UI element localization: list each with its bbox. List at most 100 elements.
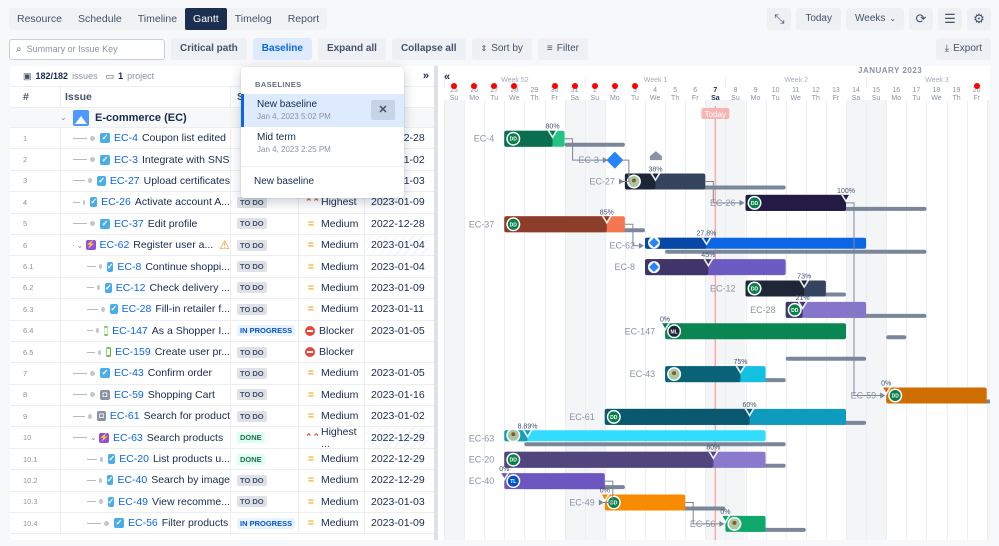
dependency-arrow bbox=[719, 520, 725, 527]
issue-summary: Check delivery ... bbox=[149, 281, 230, 294]
progress-label: 60% bbox=[743, 402, 757, 409]
status-badge: TO DO bbox=[237, 261, 267, 273]
dependency-arrow bbox=[639, 242, 644, 249]
dependency-arrow bbox=[602, 157, 608, 164]
table-row[interactable]: 10 ⌄ ⚡ EC-63 Search products DONE ⌃⌃ High… bbox=[10, 426, 437, 450]
table-row[interactable]: 6.4 ▮ EC-147 As a Shopper I... IN PROGRE… bbox=[10, 320, 437, 342]
tab-timeline[interactable]: Timeline bbox=[130, 8, 185, 30]
tree-connector bbox=[87, 501, 97, 503]
issue-summary: As a Shopper I... bbox=[151, 324, 230, 337]
issue-summary: Edit profile bbox=[147, 217, 198, 230]
issue-key-link[interactable]: EC-63 bbox=[113, 432, 143, 444]
avatar-initials: DD bbox=[892, 394, 900, 400]
tree-node-dot bbox=[90, 135, 95, 141]
status-cell: TO DO bbox=[230, 363, 298, 384]
issue-key-link[interactable]: EC-37 bbox=[114, 218, 144, 230]
new-baseline-button[interactable]: New baseline bbox=[241, 167, 404, 187]
collapse-all-button[interactable]: Collapse all bbox=[391, 38, 466, 60]
tree-connector bbox=[73, 415, 85, 417]
table-row[interactable]: 5 ✓ EC-37 Edit profile TO DO = Medium 202… bbox=[10, 213, 437, 235]
priority-medium-icon: = bbox=[307, 410, 315, 423]
gear-icon: ⚙ bbox=[973, 11, 985, 26]
scale-select[interactable]: Weeks ⌄ bbox=[846, 8, 904, 30]
collapse-panel-icon[interactable]: » bbox=[423, 70, 429, 82]
filter-button[interactable]: ≡ Filter bbox=[537, 38, 588, 60]
table-row[interactable]: 9 ◘ EC-61 Search for product TO DO = Medi… bbox=[10, 406, 437, 428]
table-row[interactable]: 6 ⌄ ⚡ EC-62 Register user a... ⚠ TO DO =… bbox=[10, 234, 437, 257]
issue-key-link[interactable]: EC-56 bbox=[128, 517, 158, 529]
issue-key-link[interactable]: EC-26 bbox=[101, 196, 131, 208]
task-bar-progress bbox=[504, 451, 714, 468]
table-row[interactable]: 10.3 ✓ EC-49 View recomme... TO DO = Medi… bbox=[10, 491, 437, 514]
baseline-item[interactable]: Mid term Jan 4, 2023 2:25 PM bbox=[241, 127, 404, 160]
baseline-button[interactable]: Baseline bbox=[252, 38, 312, 60]
priority-cell: = Medium bbox=[298, 363, 364, 384]
issue-key-link[interactable]: EC-20 bbox=[119, 453, 149, 465]
issue-key-link[interactable]: EC-8 bbox=[117, 261, 141, 273]
issue-key-link[interactable]: EC-40 bbox=[117, 474, 147, 486]
critical-path-button[interactable]: Critical path bbox=[171, 38, 247, 60]
issue-key-link[interactable]: EC-59 bbox=[114, 389, 144, 401]
tab-resource[interactable]: Resource bbox=[9, 8, 70, 30]
tab-gantt[interactable]: Gantt bbox=[185, 8, 227, 30]
display-settings-button[interactable]: ☰ bbox=[938, 8, 962, 30]
tab-schedule[interactable]: Schedule bbox=[70, 8, 130, 30]
task-bar[interactable] bbox=[504, 430, 766, 442]
task-bar[interactable] bbox=[665, 323, 846, 340]
table-row[interactable]: 8 ◘ EC-59 Shopping Cart TO DO = Medium 20… bbox=[10, 384, 437, 407]
table-row[interactable]: 10.4 ✓ EC-56 Filter products IN PROGRESS… bbox=[10, 513, 437, 535]
issue-key-link[interactable]: EC-49 bbox=[118, 496, 148, 508]
chevron-down-icon[interactable]: ⌄ bbox=[60, 113, 67, 122]
epic-type-icon: ⚡ bbox=[99, 432, 109, 443]
sort-by-button[interactable]: ⇕ Sort by bbox=[471, 38, 532, 60]
priority-highest-icon: ⌃⌃ bbox=[305, 432, 321, 443]
scroll-left-icon[interactable]: « bbox=[444, 71, 450, 83]
issue-key-link[interactable]: EC-28 bbox=[122, 303, 152, 315]
expand-all-button[interactable]: Expand all bbox=[317, 38, 386, 60]
tab-timelog[interactable]: Timelog bbox=[227, 8, 280, 30]
settings-button[interactable]: ⚙ bbox=[967, 8, 991, 30]
baseline-bar bbox=[886, 335, 907, 340]
close-icon[interactable]: ✕ bbox=[371, 100, 395, 120]
progress-label: 0% bbox=[881, 381, 891, 388]
issue-key-link[interactable]: EC-159 bbox=[115, 346, 151, 358]
table-row[interactable]: 6.3 ✓ EC-28 Fill-in retailer f... TO DO … bbox=[10, 299, 437, 321]
collapse-view-button[interactable]: ⤡ bbox=[767, 8, 792, 30]
issue-key-link[interactable]: EC-4 bbox=[114, 132, 138, 144]
status-badge: TO DO bbox=[237, 389, 267, 401]
issue-key-link[interactable]: EC-3 bbox=[114, 154, 138, 166]
issue-key-link[interactable]: EC-12 bbox=[116, 282, 146, 294]
export-button[interactable]: ⤓ Export bbox=[935, 38, 991, 60]
tree-connector bbox=[87, 522, 101, 524]
folder-icon: ▭ bbox=[105, 70, 115, 81]
due-date-cell: 2023-01-11 bbox=[364, 299, 428, 320]
issue-key-link[interactable]: EC-43 bbox=[114, 367, 144, 379]
table-row[interactable]: 6.1 ✓ EC-8 Continue shoppi... TO DO = Med… bbox=[10, 256, 437, 278]
search-input[interactable]: ⌕ Summary or Issue Key bbox=[9, 38, 165, 60]
issue-key-link[interactable]: EC-27 bbox=[110, 175, 140, 187]
view-tabs: Resource Schedule Timeline Gantt Timelog Repo… bbox=[9, 8, 328, 30]
table-row[interactable]: 6.5 ▮ EC-159 Create user pr... TO DO Blo… bbox=[10, 341, 437, 364]
tab-report[interactable]: Report bbox=[280, 8, 328, 30]
chevron-down-icon[interactable]: ⌄ bbox=[77, 241, 84, 250]
table-row[interactable]: 10.1 ✓ EC-20 List products u... DONE = Me… bbox=[10, 448, 437, 471]
table-row[interactable]: 10.2 ✓ EC-40 Search by image TO DO = Medi… bbox=[10, 470, 437, 492]
column-header-issue[interactable]: Issue bbox=[60, 87, 230, 107]
milestone-diamond[interactable] bbox=[606, 151, 624, 169]
issue-key-link[interactable]: EC-62 bbox=[100, 239, 130, 251]
task-type-icon: ✓ bbox=[97, 175, 106, 186]
tree-connector bbox=[73, 159, 87, 161]
issue-key-link[interactable]: EC-147 bbox=[112, 325, 148, 337]
due-date-cell: 2023-01-04 bbox=[364, 234, 428, 256]
row-number: 6.3 bbox=[23, 304, 34, 314]
issue-key-link[interactable]: EC-61 bbox=[110, 410, 140, 422]
issue-summary: Shopping Cart bbox=[147, 388, 215, 401]
dependency-arrow bbox=[880, 392, 886, 399]
table-row[interactable]: 7 ✓ EC-43 Confirm order TO DO = Medium 20… bbox=[10, 363, 437, 385]
chevron-down-icon[interactable]: ⌄ bbox=[90, 433, 97, 442]
table-row[interactable]: 6.2 ✓ EC-12 Check delivery ... TO DO = Me… bbox=[10, 277, 437, 300]
priority-label: Blocker bbox=[319, 346, 355, 359]
refresh-button[interactable]: ⟳ bbox=[909, 8, 933, 30]
today-button[interactable]: Today bbox=[796, 8, 841, 30]
baseline-item[interactable]: New baseline Jan 4, 2023 5:02 PM ✕ bbox=[241, 94, 404, 127]
